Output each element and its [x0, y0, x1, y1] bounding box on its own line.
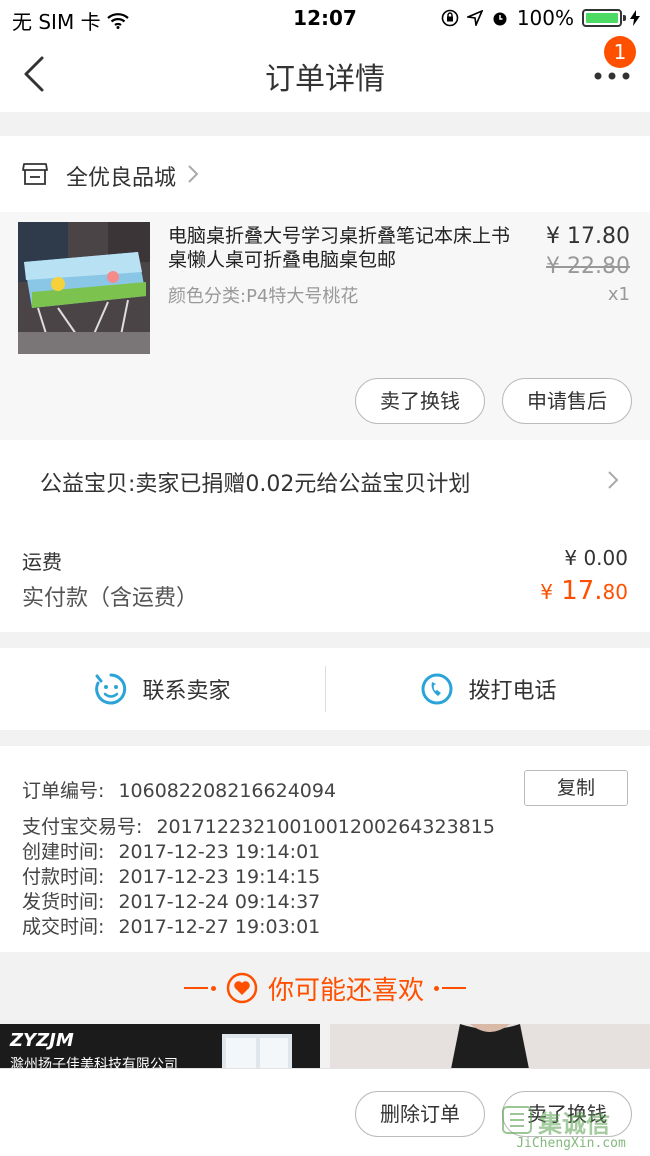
notification-badge: 1: [604, 36, 636, 68]
product-title: 电脑桌折叠大号学习桌折叠笔记本床上书桌懒人桌可折叠电脑桌包邮: [168, 225, 511, 271]
alipay-number: 2017122321001001200264323815: [156, 816, 495, 838]
sell-for-cash-button[interactable]: 卖了换钱: [355, 378, 485, 424]
shop-name: 全优良品城: [66, 166, 177, 191]
order-number: 106082208216624094: [118, 780, 337, 802]
chevron-right-icon: [188, 165, 199, 183]
shipping-label: 运费: [22, 550, 62, 574]
more-icon[interactable]: [592, 64, 632, 88]
battery-icon: [582, 9, 626, 27]
status-bar: 无 SIM 卡 12:07 100%: [0, 0, 650, 36]
product-quantity: x1: [607, 284, 630, 305]
total-paid-label: 实付款（含运费）: [22, 586, 199, 611]
recommend-card[interactable]: [330, 1024, 650, 1074]
recommend-title: 你可能还喜欢: [267, 975, 424, 1006]
battery-percent: 100%: [516, 6, 574, 30]
fee-summary: 运费 ¥ 0.00 实付款（含运费） ¥ 17.80: [0, 520, 650, 632]
call-button[interactable]: 拨打电话: [326, 648, 650, 730]
paid-time: 2017-12-23 19:14:15: [118, 866, 321, 888]
product-image: [18, 222, 150, 354]
call-label: 拨打电话: [468, 679, 557, 704]
shipped-label: 发货时间:: [22, 891, 105, 913]
after-sales-button[interactable]: 申请售后: [502, 378, 632, 424]
product-original-price: ¥ 22.80: [546, 254, 630, 279]
shop-icon: [22, 163, 48, 185]
contact-seller-button[interactable]: 联系卖家: [0, 648, 325, 730]
total-paid-currency: ¥: [540, 580, 553, 604]
nav-bar: 订单详情 1: [0, 36, 650, 112]
total-paid-integer: 17.: [561, 576, 603, 606]
paid-label: 付款时间:: [22, 866, 105, 888]
shipped-time: 2017-12-24 09:14:37: [118, 891, 321, 913]
order-number-label: 订单编号:: [22, 780, 105, 802]
shop-header[interactable]: 全优良品城: [0, 136, 650, 212]
alipay-row: 支付宝交易号: 2017122321001001200264323815: [22, 812, 495, 839]
phone-icon: [421, 673, 453, 705]
orientation-lock-icon: [441, 9, 459, 27]
page-title: 订单详情: [265, 62, 385, 97]
watermark-text: 集诚信: [538, 1110, 610, 1138]
status-right: 100%: [441, 6, 640, 30]
alarm-icon: [493, 12, 507, 26]
decor-dash-right: [434, 985, 466, 991]
product-image: [450, 1024, 530, 1074]
copy-button[interactable]: 复制: [524, 770, 628, 806]
charging-icon: [630, 10, 640, 26]
created-time: 2017-12-23 19:14:01: [118, 841, 321, 863]
shipped-row: 发货时间: 2017-12-24 09:14:37: [22, 887, 320, 914]
total-paid-decimal: 80: [602, 580, 628, 604]
contact-bar: 联系卖家 拨打电话: [0, 648, 650, 730]
alipay-label: 支付宝交易号:: [22, 816, 143, 838]
order-item[interactable]: 电脑桌折叠大号学习桌折叠笔记本床上书桌懒人桌可折叠电脑桌包邮 颜色分类:P4特大…: [0, 212, 650, 440]
recommend-brand: ZYZJM: [10, 1030, 74, 1051]
watermark-logo-icon: [502, 1106, 532, 1134]
heart-icon: [226, 972, 258, 1004]
watermark-url: JiChengXin.com: [516, 1136, 626, 1151]
completed-label: 成交时间:: [22, 916, 105, 938]
chevron-right-icon: [608, 471, 619, 489]
paid-row: 付款时间: 2017-12-23 19:14:15: [22, 862, 320, 889]
created-label: 创建时间:: [22, 841, 105, 863]
completed-time: 2017-12-27 19:03:01: [118, 916, 321, 938]
charity-row[interactable]: 公益宝贝:卖家已捐赠0.02元给公益宝贝计划: [0, 440, 650, 520]
order-number-row: 订单编号: 106082208216624094: [22, 776, 336, 803]
watermark: 集诚信 JiChengXin.com: [496, 1100, 646, 1156]
recommend-card[interactable]: ZYZJM 滁州扬子佳美科技有限公司: [0, 1024, 320, 1074]
decor-dash-left: [183, 985, 216, 991]
location-icon: [466, 10, 483, 26]
created-row: 创建时间: 2017-12-23 19:14:01: [22, 837, 320, 864]
total-paid-value: ¥ 17.80: [540, 576, 628, 606]
charity-text: 公益宝贝:卖家已捐赠0.02元给公益宝贝计划: [40, 472, 471, 497]
delete-order-button[interactable]: 删除订单: [355, 1091, 485, 1137]
recommend-header: 你可能还喜欢: [0, 952, 650, 1024]
chat-face-icon: [95, 673, 127, 705]
product-price: ¥ 17.80: [546, 224, 630, 249]
contact-seller-label: 联系卖家: [142, 679, 231, 704]
product-spec: 颜色分类:P4特大号桃花: [168, 286, 359, 307]
completed-row: 成交时间: 2017-12-27 19:03:01: [22, 912, 320, 939]
order-info: 订单编号: 106082208216624094 复制 支付宝交易号: 2017…: [0, 746, 650, 952]
shipping-value: ¥ 0.00: [564, 546, 628, 570]
